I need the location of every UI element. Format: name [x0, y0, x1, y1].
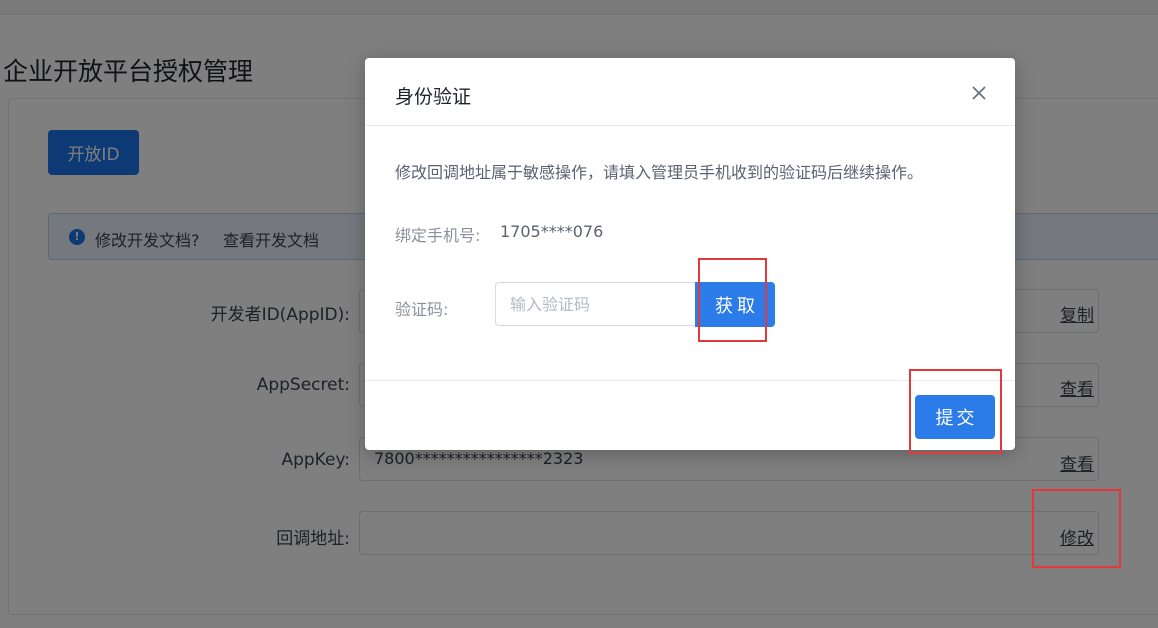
code-label: 验证码:	[395, 300, 449, 319]
submit-button[interactable]: 提交	[915, 395, 995, 439]
app-root: 企业开放平台授权管理 开放ID ! 修改开发文档? 查看开发文档 开发者ID(A…	[0, 0, 1158, 628]
verification-code-input[interactable]	[495, 282, 700, 326]
dialog-title: 身份验证	[395, 86, 472, 108]
verify-dialog: 身份验证 修改回调地址属于敏感操作，请填入管理员手机收到的验证码后继续操作。 绑…	[365, 58, 1015, 450]
phone-value: 1705****076	[500, 222, 604, 241]
dialog-header: 身份验证	[365, 58, 1015, 126]
get-code-button[interactable]: 获取	[695, 282, 775, 327]
dialog-footer-divider	[365, 380, 1015, 381]
phone-label: 绑定手机号:	[395, 226, 481, 245]
close-icon[interactable]	[969, 83, 989, 103]
dialog-description: 修改回调地址属于敏感操作，请填入管理员手机收到的验证码后继续操作。	[395, 163, 924, 182]
